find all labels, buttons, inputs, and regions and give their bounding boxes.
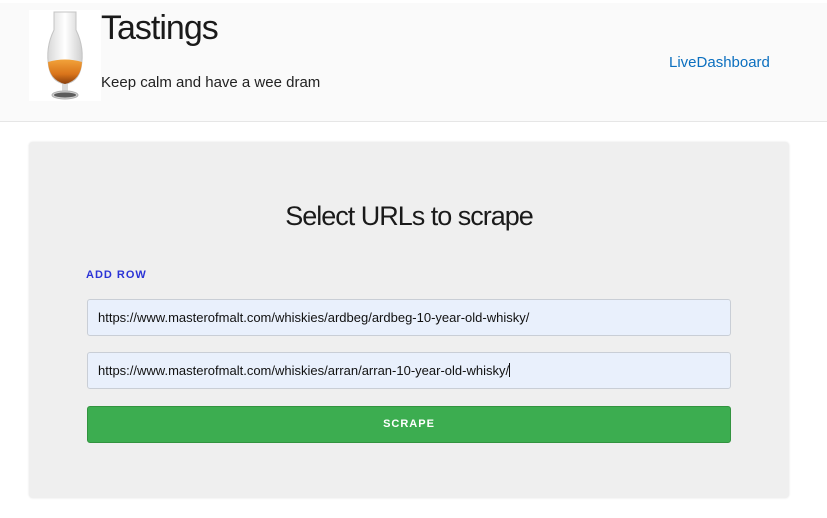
app-header: Tastings Keep calm and have a wee dram L… <box>0 0 827 122</box>
url-input-2[interactable]: https://www.masterofmalt.com/whiskies/ar… <box>87 352 731 389</box>
top-strip <box>0 0 827 3</box>
scrape-form-card: Select URLs to scrape ADD ROW https://ww… <box>29 142 789 498</box>
app-title: Tastings <box>101 9 219 47</box>
app-tagline: Keep calm and have a wee dram <box>101 74 321 91</box>
url-input-1-value: https://www.masterofmalt.com/whiskies/ar… <box>98 310 530 325</box>
url-input-1[interactable]: https://www.masterofmalt.com/whiskies/ar… <box>87 299 731 336</box>
url-input-2-value: https://www.masterofmalt.com/whiskies/ar… <box>98 363 510 378</box>
add-row-button[interactable]: ADD ROW <box>86 269 147 282</box>
scrape-button[interactable]: SCRAPE <box>87 406 731 443</box>
page-title: Select URLs to scrape <box>285 201 534 231</box>
whisky-glass-icon <box>29 10 101 101</box>
text-caret <box>509 363 511 377</box>
live-dashboard-link[interactable]: LiveDashboard <box>669 54 770 72</box>
